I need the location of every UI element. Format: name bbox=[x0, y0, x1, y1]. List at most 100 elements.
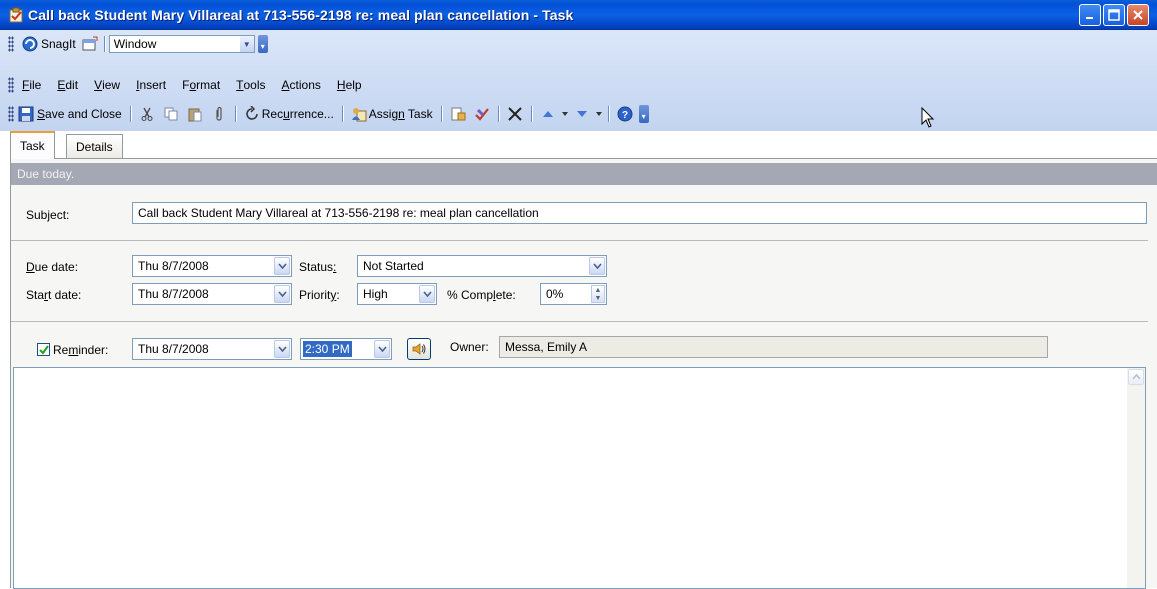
reminder-time-select[interactable]: 2:30 PM bbox=[300, 338, 392, 360]
assign-task-label: Assign Task bbox=[369, 107, 433, 121]
svg-text:?: ? bbox=[622, 110, 628, 121]
save-and-close-label: Save and Close bbox=[37, 107, 122, 121]
next-item-button[interactable] bbox=[573, 105, 591, 123]
toolbar-separator bbox=[440, 106, 442, 122]
paperclip-icon bbox=[216, 106, 222, 121]
toolbar-options-icon[interactable]: ▾ bbox=[638, 105, 649, 123]
capture-mode-select[interactable]: Window ▼ bbox=[108, 35, 255, 53]
reminder-accel: m bbox=[68, 343, 79, 357]
priority-label: Priority: bbox=[299, 288, 340, 302]
toolbar-separator bbox=[497, 106, 499, 122]
title-bar[interactable]: Call back Student Mary Villareal at 713-… bbox=[0, 0, 1157, 30]
chevron-down-icon[interactable] bbox=[419, 285, 435, 303]
status-report-icon bbox=[451, 107, 466, 121]
reminder-time-value: 2:30 PM bbox=[303, 341, 352, 357]
menu-actions-text: ctions bbox=[289, 78, 321, 92]
notes-textarea[interactable] bbox=[13, 367, 1146, 589]
help-button[interactable]: ? bbox=[616, 105, 634, 123]
tab-details[interactable]: Details bbox=[66, 134, 123, 158]
toolbar-separator bbox=[530, 106, 532, 122]
notes-scrollbar[interactable] bbox=[1127, 368, 1145, 588]
close-button[interactable] bbox=[1127, 4, 1149, 26]
mark-complete-icon bbox=[474, 108, 489, 121]
menu-tools[interactable]: Tools bbox=[228, 75, 273, 95]
menu-edit[interactable]: Edit bbox=[49, 75, 86, 95]
task-form: Due today. Subject: Call back Student Ma… bbox=[10, 158, 1157, 589]
priority-select[interactable]: High bbox=[357, 283, 437, 305]
chevron-down-icon bbox=[595, 112, 602, 116]
status-label: Status: bbox=[299, 260, 336, 274]
chevron-down-icon[interactable]: ▼ bbox=[239, 36, 254, 52]
next-item-dropdown[interactable] bbox=[594, 105, 604, 123]
save-and-close-button[interactable]: Save and Close bbox=[14, 103, 126, 125]
send-status-report-button[interactable] bbox=[449, 105, 467, 123]
maximize-button[interactable] bbox=[1103, 4, 1125, 26]
previous-item-dropdown[interactable] bbox=[560, 105, 570, 123]
recurrence-button[interactable]: Recurrence... bbox=[240, 103, 338, 125]
recurrence-text: rrence... bbox=[289, 107, 334, 121]
assign-task-button[interactable]: Assign Task bbox=[347, 103, 437, 125]
previous-item-button[interactable] bbox=[539, 105, 557, 123]
start-date-picker[interactable]: Thu 8/7/2008 bbox=[132, 283, 292, 305]
chevron-down-icon[interactable] bbox=[589, 257, 605, 275]
speaker-icon bbox=[412, 343, 426, 355]
percent-complete-label: % Complete: bbox=[447, 288, 516, 302]
cut-button[interactable] bbox=[138, 105, 156, 123]
toolbar-separator bbox=[341, 106, 343, 122]
owner-value: Messa, Emily A bbox=[505, 340, 588, 354]
toolbar-grip[interactable] bbox=[8, 36, 14, 52]
reminder-label: Reminder: bbox=[53, 343, 108, 357]
chevron-down-icon[interactable] bbox=[374, 340, 390, 358]
menu-bar: File Edit View Insert Fo rmat Tools Actio… bbox=[0, 74, 1157, 96]
chevron-down-icon[interactable] bbox=[274, 340, 290, 358]
arrow-up-icon bbox=[542, 111, 553, 117]
paste-button[interactable] bbox=[186, 105, 204, 123]
menu-view[interactable]: View bbox=[86, 75, 128, 95]
spinner-icon[interactable]: ▲ ▼ bbox=[591, 285, 605, 303]
due-date-value: Thu 8/7/2008 bbox=[138, 259, 209, 273]
reminder-checkbox[interactable] bbox=[37, 343, 50, 356]
snagit-capture-button[interactable] bbox=[80, 33, 100, 55]
menu-file[interactable]: File bbox=[14, 75, 49, 95]
due-date-text: ue date: bbox=[34, 260, 79, 274]
status-value: Not Started bbox=[363, 259, 424, 273]
subject-input[interactable]: Call back Student Mary Villareal at 713-… bbox=[132, 202, 1147, 224]
toolbar-options-icon[interactable]: ▾ bbox=[257, 35, 268, 53]
reminder-date-picker[interactable]: Thu 8/7/2008 bbox=[132, 338, 292, 360]
checkmark-icon bbox=[38, 344, 49, 355]
due-date-picker[interactable]: Thu 8/7/2008 bbox=[132, 255, 292, 277]
due-date-label: Due date: bbox=[26, 260, 78, 274]
chevron-down-icon[interactable] bbox=[274, 257, 290, 275]
tab-task[interactable]: Task bbox=[10, 131, 55, 159]
attach-file-button[interactable] bbox=[210, 105, 228, 123]
percent-complete-value: 0% bbox=[546, 287, 564, 301]
due-date-accel: D bbox=[26, 260, 35, 274]
mark-complete-button[interactable] bbox=[473, 105, 491, 123]
delete-button[interactable] bbox=[506, 105, 524, 123]
toolbar-separator bbox=[607, 106, 609, 122]
priority-text: : bbox=[336, 288, 340, 302]
menu-format[interactable]: Fo rmat bbox=[174, 75, 228, 95]
menu-help[interactable]: Help bbox=[329, 75, 370, 95]
menu-help-text: elp bbox=[345, 78, 362, 92]
status-select[interactable]: Not Started bbox=[357, 255, 607, 277]
reminder-sound-button[interactable] bbox=[407, 338, 431, 360]
copy-icon bbox=[164, 107, 178, 121]
minimize-button[interactable] bbox=[1079, 4, 1101, 26]
menu-actions[interactable]: Actions bbox=[274, 75, 329, 95]
toolbar-separator bbox=[234, 106, 236, 122]
chevron-down-icon[interactable] bbox=[274, 285, 290, 303]
percent-complete-stepper[interactable]: 0% ▲ ▼ bbox=[540, 283, 607, 305]
menu-insert-text: nsert bbox=[139, 78, 167, 92]
subject-value: Call back Student Mary Villareal at 713-… bbox=[138, 206, 539, 220]
save-icon bbox=[18, 106, 34, 122]
snagit-button[interactable]: SnagIt bbox=[18, 33, 80, 55]
copy-button[interactable] bbox=[162, 105, 180, 123]
percent-complete-text: ete: bbox=[495, 288, 516, 302]
assign-task-accel: n bbox=[398, 107, 405, 121]
menu-insert[interactable]: Insert bbox=[128, 75, 174, 95]
scroll-up-button[interactable] bbox=[1128, 369, 1144, 385]
menu-tools-accel: T bbox=[236, 78, 244, 92]
snagit-icon bbox=[22, 36, 38, 52]
minimize-icon bbox=[1086, 17, 1093, 19]
